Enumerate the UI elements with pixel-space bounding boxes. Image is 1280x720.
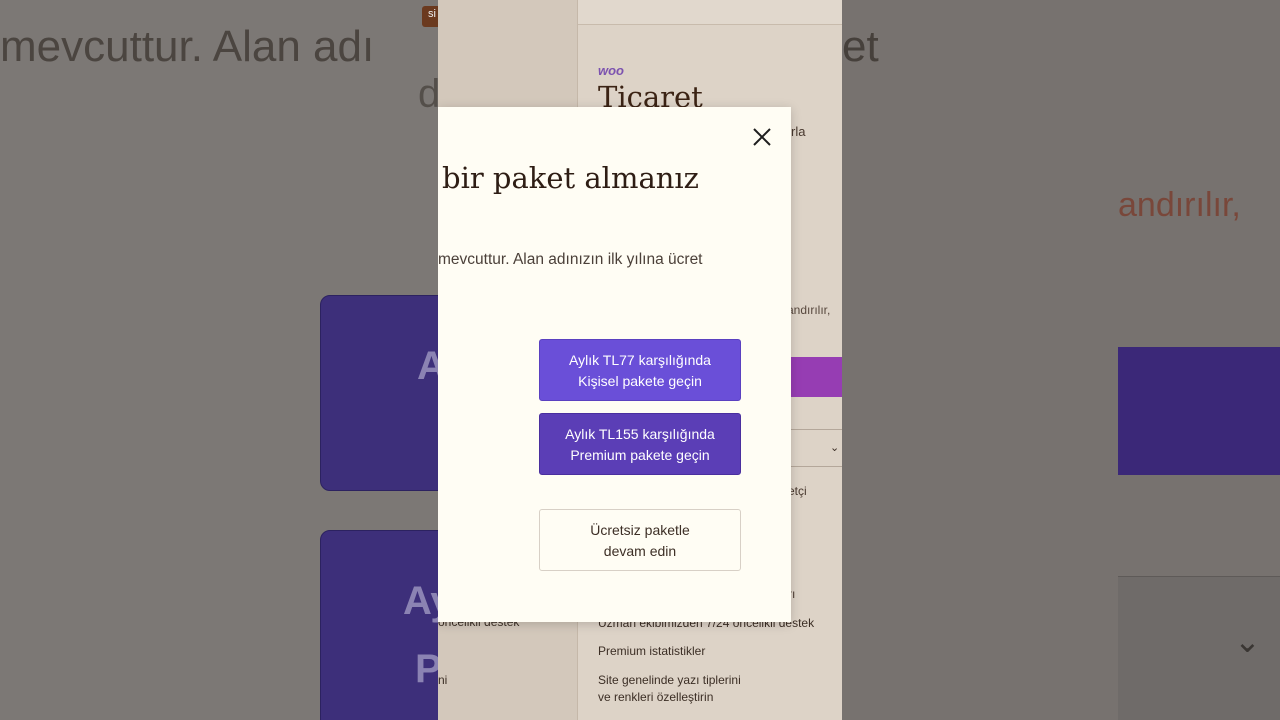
background-card-text: A xyxy=(417,344,438,388)
background-card-premium: Ay P la n xyxy=(320,530,438,720)
upgrade-plan-dialog: bir paket almanız mevcuttur. Alan adınız… xyxy=(438,107,791,622)
chevron-down-icon: ⌄ xyxy=(1234,623,1261,659)
continue-free-button[interactable]: Ücretsiz paketle devam edin xyxy=(539,509,741,571)
background-left-letter: d xyxy=(418,72,438,116)
phone-screen: woo Ticaret rla andırılır, ⌄ etçi rı Uzm… xyxy=(438,0,842,720)
button-label: Premium pakete geçin xyxy=(570,447,710,463)
upgrade-personal-button[interactable]: Aylık TL77 karşılığında Kişisel pakete g… xyxy=(539,339,741,401)
button-label: Kişisel pakete geçin xyxy=(578,373,702,389)
background-tag: si xyxy=(422,6,438,27)
dialog-body-text: mevcuttur. Alan adınızın ilk yılına ücre… xyxy=(438,251,703,268)
button-label: Aylık TL155 karşılığında xyxy=(565,426,715,442)
close-icon xyxy=(753,128,771,146)
background-card-text: Ay xyxy=(403,579,438,623)
background-left-text: mevcuttur. Alan adı xyxy=(0,22,375,71)
button-label: devam edin xyxy=(603,543,677,559)
button-label: Aylık TL77 karşılığında xyxy=(569,352,711,368)
background-right-band xyxy=(1118,347,1280,475)
dialog-title: bir paket almanız xyxy=(442,161,699,195)
upgrade-premium-button[interactable]: Aylık TL155 karşılığında Premium pakete … xyxy=(539,413,741,475)
background-card-text: P xyxy=(415,647,438,691)
background-right: et andırılır, ⌄ xyxy=(842,0,1280,720)
close-button[interactable] xyxy=(749,124,775,150)
background-left: mevcuttur. Alan adı d si A a Ay P la n xyxy=(0,0,438,720)
background-card-personal: A a xyxy=(320,295,438,491)
button-label: Ücretsiz paketle xyxy=(590,522,690,538)
background-right-text-top: et xyxy=(842,22,879,71)
background-right-text: andırılır, xyxy=(1118,186,1241,224)
